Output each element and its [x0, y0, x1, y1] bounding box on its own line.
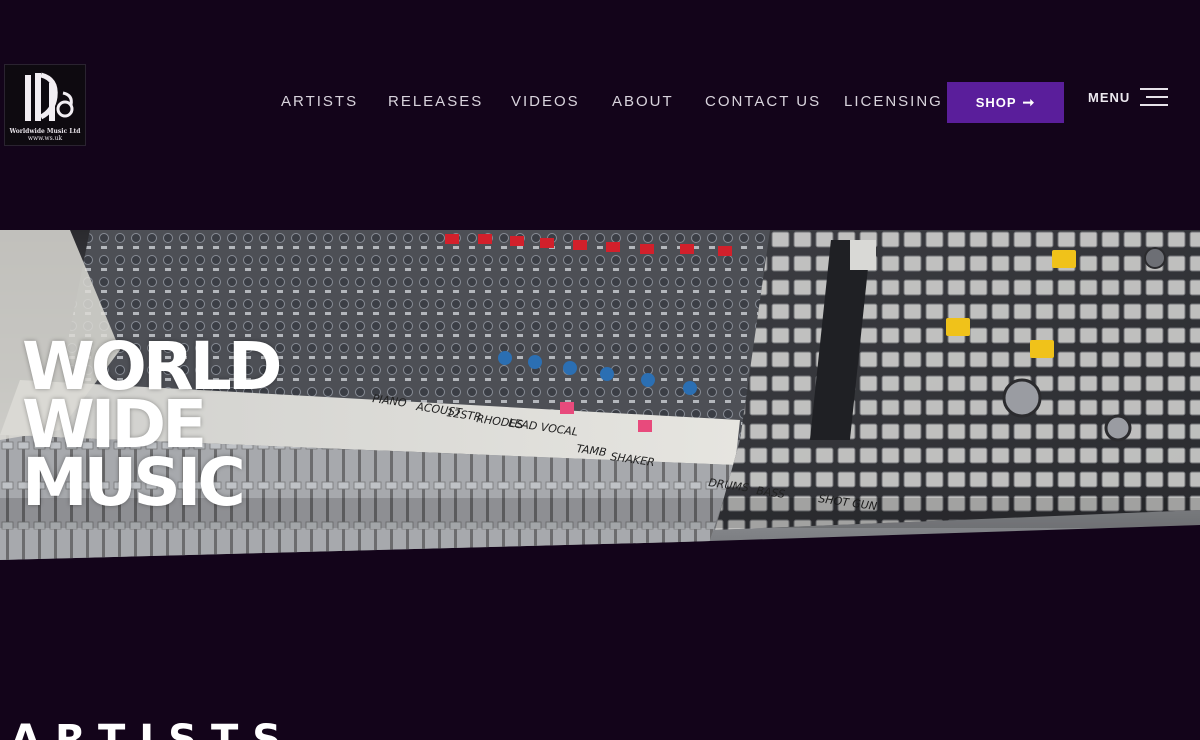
logo-website: www.ws.uk [27, 135, 63, 142]
nav-link-releases[interactable]: RELEASES [388, 92, 483, 112]
nav-link-videos[interactable]: VIDEOS [511, 92, 580, 112]
nav-link-about[interactable]: ABOUT [612, 92, 674, 112]
nav-link-licensing[interactable]: LICENSING [844, 92, 943, 112]
shop-button[interactable]: SHOP ➞ [947, 82, 1064, 123]
arrow-right-icon: ➞ [1022, 94, 1036, 110]
artists-section-title: ARTISTS [10, 717, 296, 740]
hamburger-icon [1140, 87, 1169, 107]
hero-title: WORLD WIDE MUSIC [22, 334, 283, 521]
logo-company-name: Worldwide Music Ltd [9, 128, 81, 135]
nav-link-artists[interactable]: ARTISTS [281, 92, 358, 112]
page: Worldwide Music Ltd www.ws.uk ARTISTS RE… [0, 0, 1200, 740]
shop-button-label: SHOP [975, 95, 1017, 110]
menu-button[interactable]: MENU [1088, 86, 1169, 108]
nav-link-contact-us[interactable]: CONTACT US [705, 92, 821, 112]
menu-label: MENU [1088, 89, 1131, 105]
hero-title-line-3: MUSIC [22, 444, 246, 521]
site-logo[interactable]: Worldwide Music Ltd www.ws.uk [4, 64, 86, 146]
hero-banner: PIANO ACOUST 12STR RHODES LEAD VOCAL TAM… [0, 230, 1200, 570]
